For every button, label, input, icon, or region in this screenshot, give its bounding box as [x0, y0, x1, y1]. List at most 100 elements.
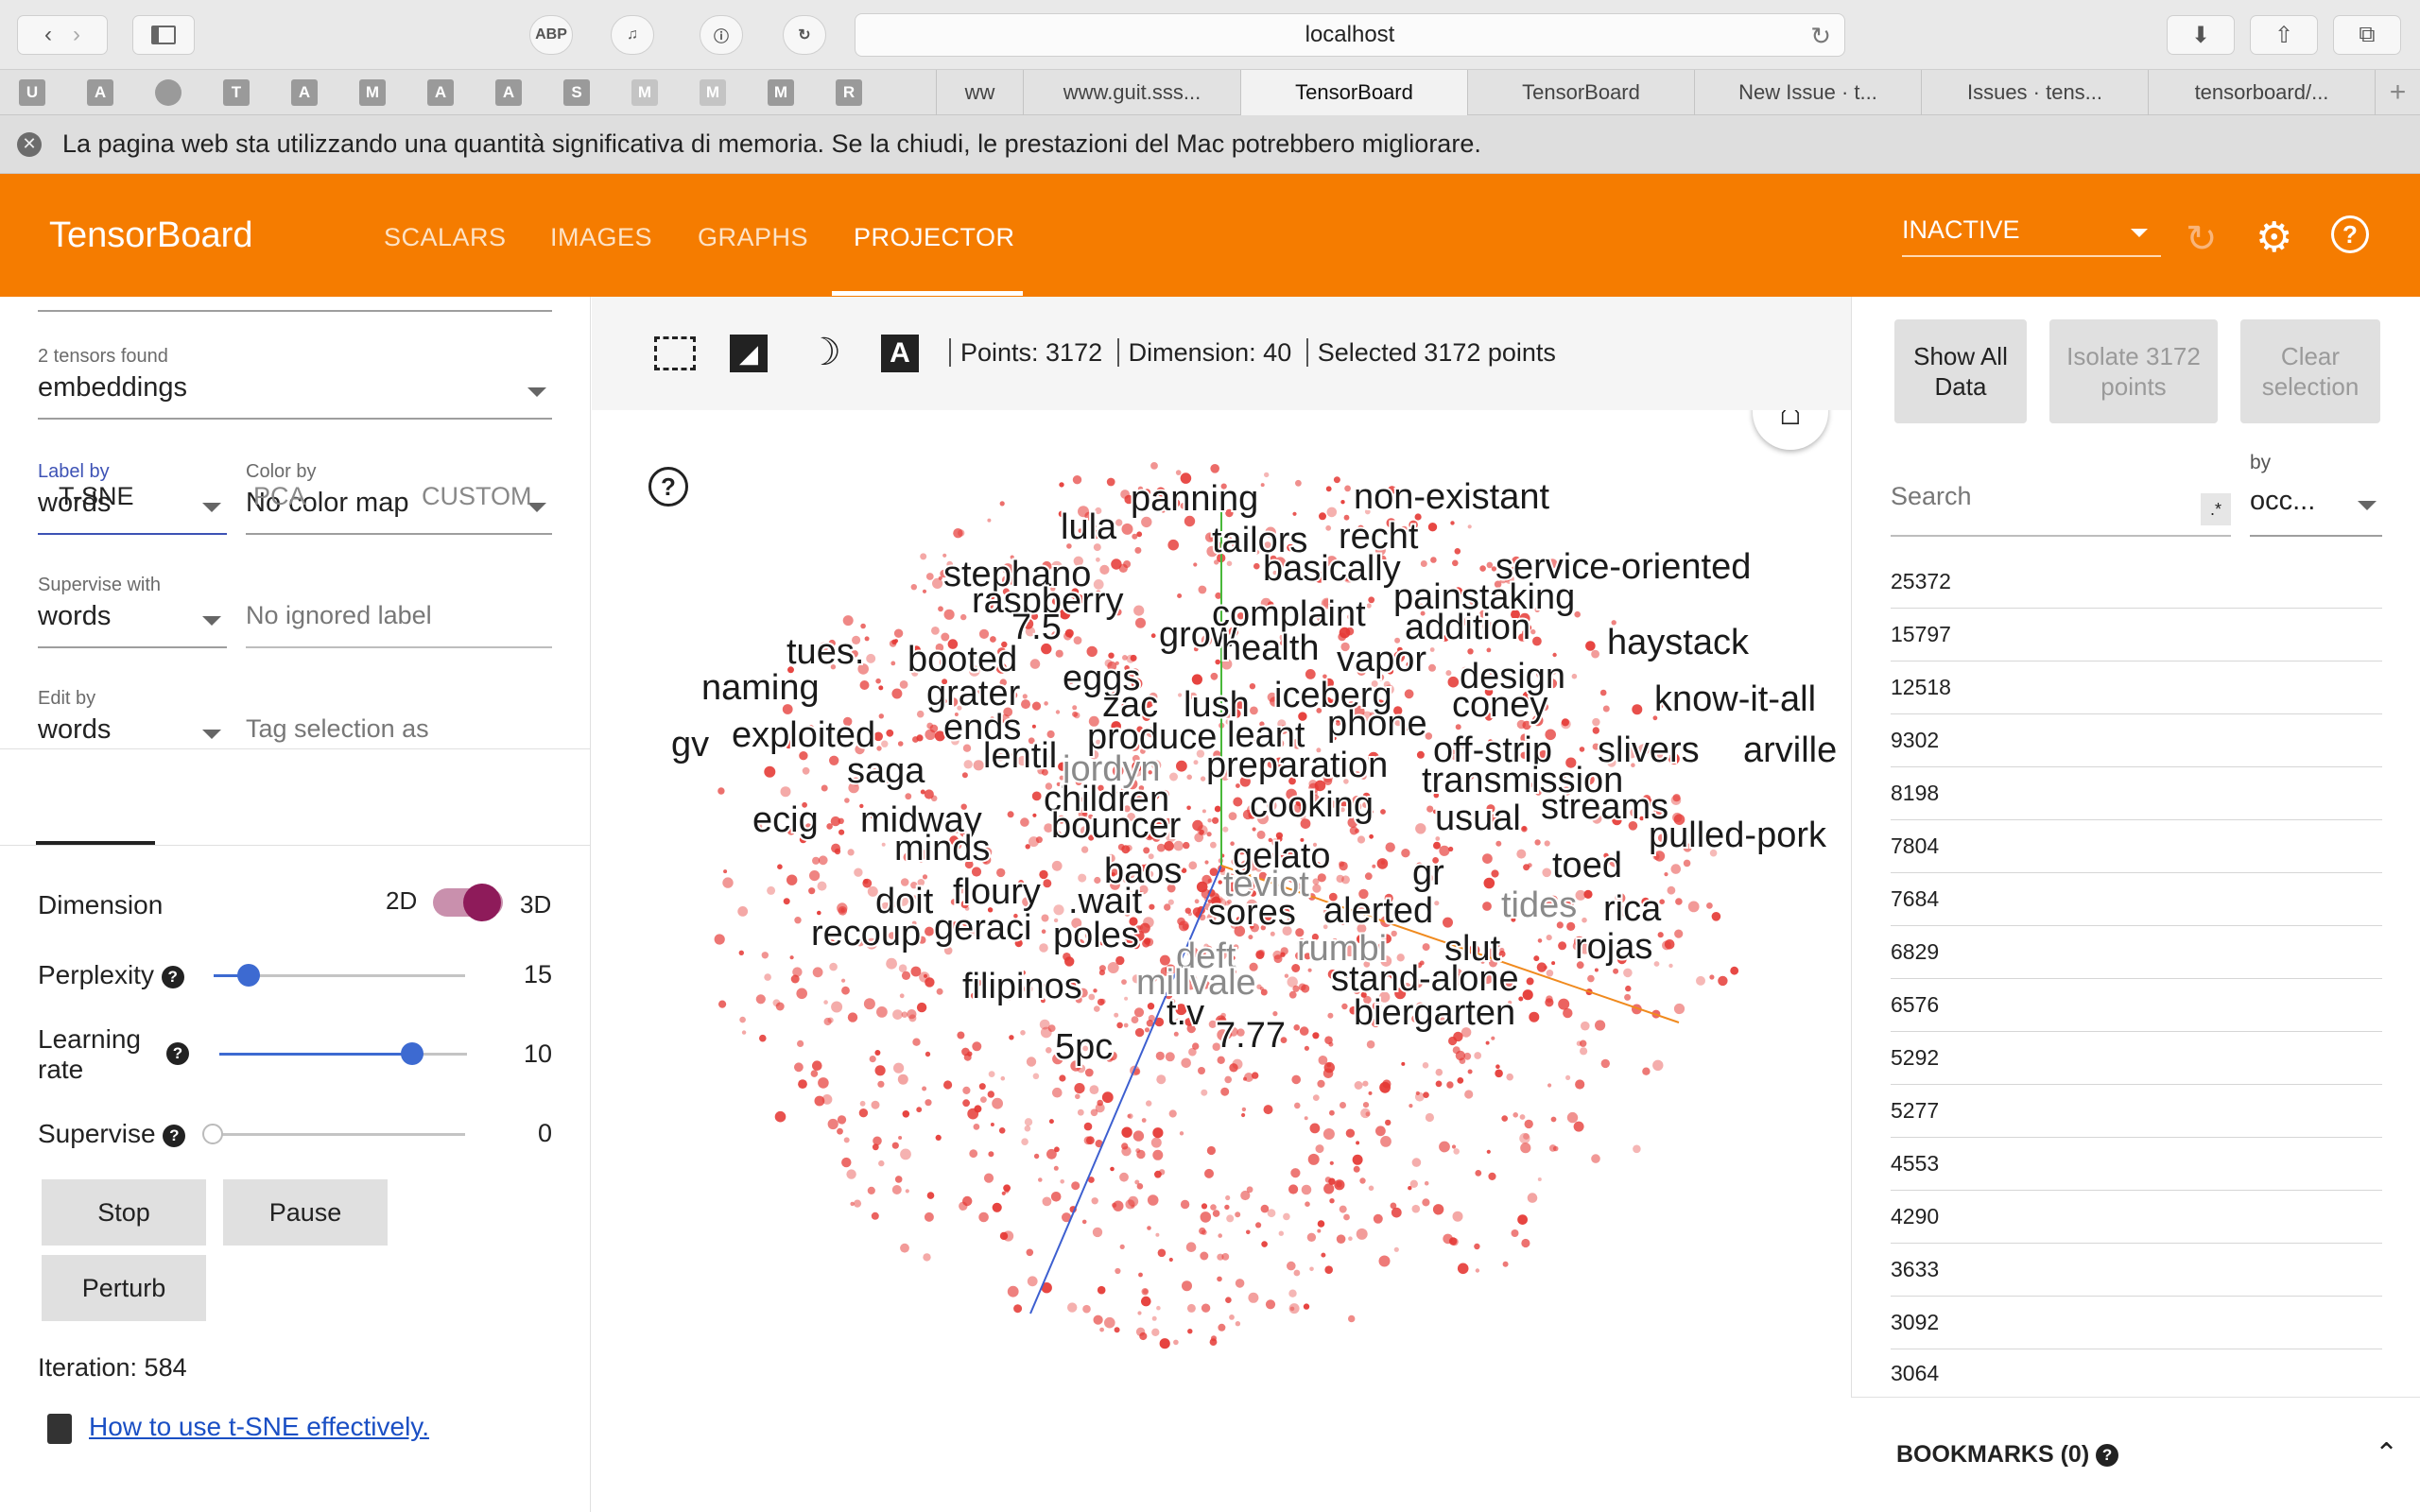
supervise-with-select[interactable]: words	[38, 601, 227, 648]
run-status-dropdown[interactable]: INACTIVE	[1902, 215, 2161, 257]
bookmarks-section[interactable]: BOOKMARKS (0) ? ⌃	[1851, 1397, 2420, 1512]
share-button[interactable]: ⇧	[2250, 15, 2318, 55]
data-point[interactable]	[1228, 812, 1237, 820]
data-point[interactable]	[1357, 835, 1366, 844]
tab-overview-button[interactable]: ⧉	[2333, 15, 2401, 55]
data-point[interactable]	[1372, 864, 1376, 868]
data-point[interactable]	[1243, 1076, 1247, 1081]
data-point[interactable]	[859, 1100, 866, 1107]
data-point[interactable]	[886, 957, 897, 970]
list-item[interactable]: 12518	[1891, 662, 2382, 714]
data-point[interactable]	[1180, 1199, 1190, 1210]
data-point[interactable]	[924, 973, 927, 978]
data-point[interactable]	[1075, 1093, 1080, 1100]
data-point[interactable]	[1587, 974, 1595, 983]
data-point[interactable]	[838, 829, 845, 835]
data-point[interactable]	[1657, 932, 1664, 938]
data-point[interactable]	[1385, 842, 1395, 852]
data-point[interactable]	[794, 917, 802, 924]
favorite-a2[interactable]: A	[291, 79, 318, 106]
favorite-m4[interactable]: M	[768, 79, 794, 106]
data-point[interactable]	[1328, 1177, 1336, 1185]
data-point[interactable]	[1050, 1192, 1062, 1202]
data-point[interactable]	[1221, 1253, 1230, 1261]
data-point[interactable]	[1165, 1052, 1175, 1062]
data-point[interactable]	[1485, 1040, 1490, 1045]
data-point[interactable]	[810, 1070, 819, 1077]
data-point[interactable]	[1517, 1214, 1528, 1225]
data-point[interactable]	[1055, 710, 1061, 714]
data-point[interactable]	[1591, 649, 1599, 659]
data-point[interactable]	[1319, 512, 1326, 521]
data-point[interactable]	[723, 869, 728, 874]
data-point[interactable]	[900, 1148, 911, 1160]
data-point[interactable]	[1003, 1184, 1011, 1193]
grammarly-extension-icon[interactable]: ↻	[783, 15, 826, 55]
data-point[interactable]	[1007, 811, 1014, 818]
data-point[interactable]	[1709, 974, 1715, 980]
data-point[interactable]	[1264, 472, 1270, 478]
list-item[interactable]: 4553	[1891, 1138, 2382, 1191]
data-point[interactable]	[1198, 1067, 1205, 1074]
data-point[interactable]	[1124, 996, 1129, 1001]
data-point[interactable]	[912, 736, 919, 743]
tab-item[interactable]: www.guit.sss...	[1023, 70, 1240, 115]
data-point[interactable]	[1581, 1021, 1590, 1031]
data-point[interactable]	[1366, 603, 1372, 609]
data-point[interactable]	[1475, 1170, 1482, 1177]
data-point[interactable]	[1093, 1314, 1103, 1325]
ignored-label-input[interactable]: No ignored label	[246, 601, 552, 648]
data-point[interactable]	[900, 1243, 909, 1253]
data-point[interactable]	[780, 786, 791, 798]
data-point[interactable]	[1154, 1170, 1162, 1178]
data-point[interactable]	[1252, 1072, 1259, 1079]
data-point[interactable]	[1141, 1118, 1147, 1123]
data-point[interactable]	[902, 1110, 910, 1118]
data-point[interactable]	[1176, 760, 1187, 772]
data-point[interactable]	[1073, 636, 1082, 644]
data-point[interactable]	[1401, 849, 1410, 858]
data-point[interactable]	[1032, 1073, 1040, 1080]
data-point[interactable]	[988, 1071, 995, 1077]
data-point[interactable]	[841, 978, 846, 983]
data-point[interactable]	[829, 962, 838, 971]
data-point[interactable]	[877, 1080, 885, 1088]
data-point[interactable]	[1356, 1228, 1368, 1240]
data-point[interactable]	[738, 950, 744, 955]
data-point[interactable]	[1280, 947, 1288, 955]
data-point[interactable]	[1382, 1079, 1392, 1089]
data-point[interactable]	[1366, 1040, 1375, 1049]
data-point[interactable]	[1007, 1285, 1019, 1297]
data-point[interactable]	[1624, 993, 1632, 1001]
data-point[interactable]	[1177, 917, 1185, 926]
reload-icon[interactable]: ↻	[1810, 22, 1831, 51]
data-point[interactable]	[866, 653, 876, 663]
data-point[interactable]	[1052, 1087, 1063, 1098]
data-point[interactable]	[1425, 1112, 1434, 1123]
data-point[interactable]	[1159, 1338, 1170, 1349]
data-point[interactable]	[741, 1030, 747, 1035]
favorite-r[interactable]: R	[836, 79, 862, 106]
data-point[interactable]	[891, 1142, 899, 1149]
data-point[interactable]	[1518, 996, 1524, 1002]
data-point[interactable]	[1121, 979, 1127, 985]
data-point[interactable]	[1595, 1020, 1606, 1031]
data-point[interactable]	[1486, 1149, 1491, 1154]
data-point[interactable]	[1123, 560, 1132, 568]
tab-item[interactable]: New Issue · t...	[1694, 70, 1921, 115]
perturb-button[interactable]: Perturb	[42, 1255, 206, 1321]
data-point[interactable]	[1183, 841, 1190, 850]
tab-item[interactable]: ww	[936, 70, 1023, 115]
data-point[interactable]	[867, 1186, 875, 1194]
dimension-toggle[interactable]	[433, 884, 503, 921]
data-point[interactable]	[1291, 1074, 1301, 1085]
data-point[interactable]	[912, 1038, 921, 1046]
data-point[interactable]	[1133, 1007, 1145, 1018]
data-point[interactable]	[916, 710, 925, 718]
data-point[interactable]	[812, 856, 821, 865]
data-point[interactable]	[798, 1079, 807, 1089]
data-point[interactable]	[1252, 827, 1256, 832]
data-point[interactable]	[1435, 1080, 1443, 1088]
data-point[interactable]	[1322, 1128, 1335, 1140]
data-point[interactable]	[1411, 1158, 1422, 1167]
